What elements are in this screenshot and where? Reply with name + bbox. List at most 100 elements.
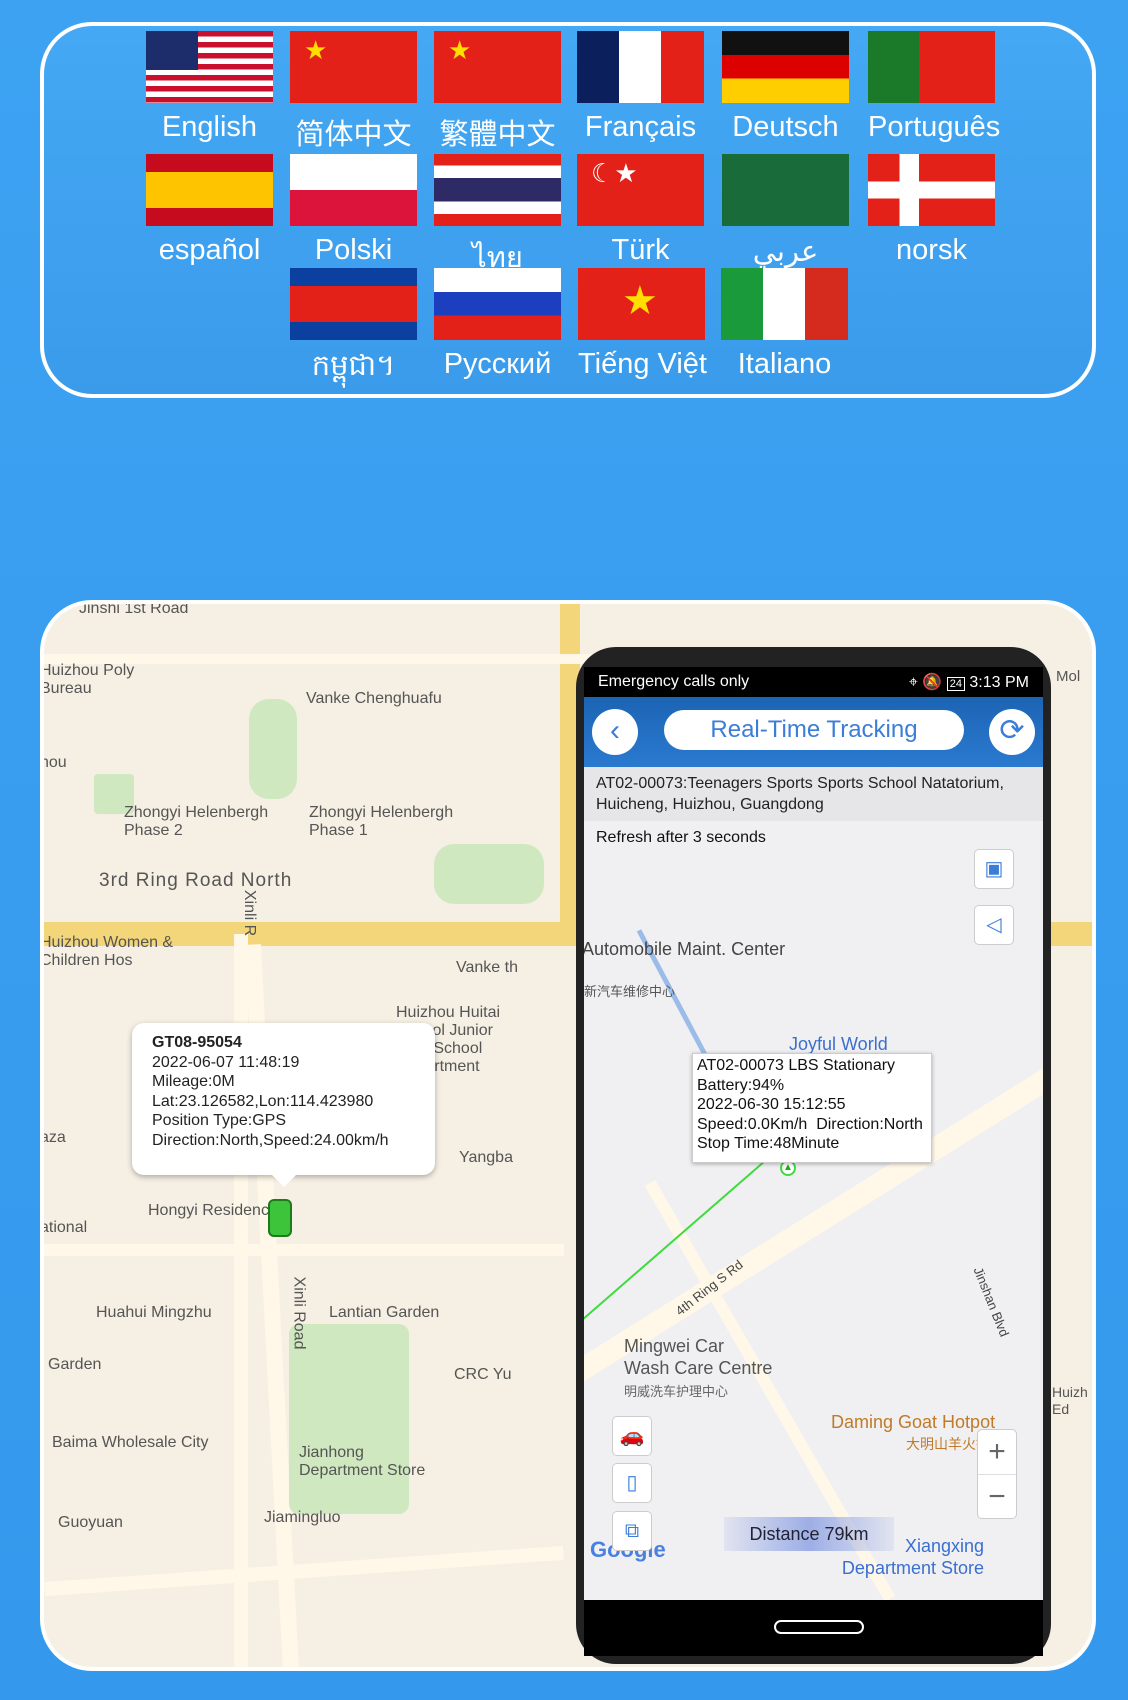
map-label: Yangba xyxy=(459,1149,513,1166)
road xyxy=(44,1545,564,1597)
clock: 3:13 PM xyxy=(969,674,1029,691)
popup-status: AT02-00073 LBS Stationary xyxy=(697,1057,896,1074)
flag-sa-icon xyxy=(722,154,849,226)
poi-automobile: Automobile Maint. Center xyxy=(584,939,786,959)
language-option-cn[interactable]: ★ 繁體中文 xyxy=(434,31,561,153)
language-option-vn[interactable]: ★ Tiếng Việt xyxy=(578,268,707,381)
park xyxy=(249,699,297,799)
zoom-out-button[interactable]: − xyxy=(978,1475,1016,1519)
park xyxy=(289,1324,409,1514)
flag-no-icon xyxy=(868,154,995,226)
flag-es-icon xyxy=(146,154,273,226)
road xyxy=(44,1244,564,1256)
language-label: Türk xyxy=(611,234,670,266)
status-right: ⌖ 🔕 24 3:13 PM xyxy=(909,672,1029,692)
map-label: Guoyuan xyxy=(58,1514,123,1531)
map-label: Zhongyi Helenbergh Phase 2 xyxy=(124,804,269,839)
language-label: Polski xyxy=(314,234,393,266)
map-label: Huizhou Women & Children Hos xyxy=(40,934,174,969)
map-label: Jianhong Department Store xyxy=(299,1444,426,1479)
map-label: Baima Wholesale City xyxy=(52,1434,209,1451)
flag-it-icon xyxy=(721,268,848,340)
language-label: Deutsch xyxy=(732,111,839,143)
language-option-kh[interactable]: កម្ពុជា។ xyxy=(290,268,417,390)
popup-time: 2022-06-30 15:12:55 xyxy=(697,1096,846,1113)
language-option-fr[interactable]: Français xyxy=(577,31,704,144)
road-label: Jinshan Blvd xyxy=(970,1264,1013,1339)
language-option-it[interactable]: Italiano xyxy=(721,268,848,381)
language-option-th[interactable]: ไทย xyxy=(434,154,561,280)
language-option-de[interactable]: Deutsch xyxy=(722,31,849,144)
language-label: عربي xyxy=(752,236,819,268)
back-button[interactable]: ‹ xyxy=(592,709,638,755)
popup-stop-time: Stop Time:48Minute xyxy=(697,1135,840,1152)
map-label: Hongyi Residence xyxy=(148,1202,278,1219)
language-option-cn[interactable]: ★ 简体中文 xyxy=(290,31,417,153)
lat-lon: Lat:23.126582,Lon:114.423980 xyxy=(152,1092,374,1110)
popup-speed: Speed:0.0Km/h Direction:North xyxy=(697,1115,923,1133)
map-label: CRC Yu xyxy=(454,1366,512,1383)
language-option-es[interactable]: español xyxy=(146,154,273,267)
language-label: English xyxy=(161,111,258,143)
language-option-us[interactable]: English xyxy=(146,31,273,144)
language-option-ru[interactable]: Русский xyxy=(434,268,561,381)
poi-automobile-cn: 新汽车维修中心 xyxy=(584,984,676,999)
phone-location-button[interactable]: ▯ xyxy=(612,1463,652,1503)
flag-de-icon xyxy=(722,31,849,103)
map-label: 3rd Ring Road North xyxy=(99,870,293,891)
language-option-sa[interactable]: عربي xyxy=(722,154,849,269)
vehicle-marker-icon[interactable] xyxy=(268,1199,292,1237)
map-label: Jiamingluo xyxy=(264,1509,341,1526)
zoom-in-button[interactable]: + xyxy=(978,1430,1016,1475)
status-bar: Emergency calls only ⌖ 🔕 24 3:13 PM xyxy=(584,667,1043,697)
map-label: aza xyxy=(40,1129,66,1146)
car-button[interactable]: 🚗 xyxy=(612,1416,652,1456)
poi-daming: Daming Goat Hotpot xyxy=(831,1412,996,1432)
flag-ru-icon xyxy=(434,268,561,340)
map-label: hou xyxy=(40,754,67,771)
flag-fr-icon xyxy=(577,31,704,103)
map-label: Huahui Mingzhu xyxy=(96,1304,212,1321)
map-panel: Jinshi 1st Road Huizhou Poly Bureau Vanke … xyxy=(40,600,1096,1671)
map-label-mol: Mol xyxy=(1056,668,1081,685)
language-panel: English ★ 简体中文 ★ 繁體中文 Français Deutsch Portuguê… xyxy=(40,22,1096,398)
flag-th-icon xyxy=(434,154,561,226)
device-id: GT08-95054 xyxy=(152,1034,242,1051)
flag-pl-icon xyxy=(290,154,417,226)
map-label: Lantian Garden xyxy=(329,1304,440,1321)
flag-us-icon xyxy=(146,31,273,103)
language-option-no[interactable]: norsk xyxy=(868,154,995,267)
map-label: Garden xyxy=(48,1356,102,1373)
device-info-popup: AT02-00073 LBS Stationary Battery:94% 20… xyxy=(692,1053,932,1163)
refresh-button[interactable]: ⟳ xyxy=(989,709,1035,755)
poi-joyful-world: Joyful World xyxy=(789,1034,888,1054)
language-option-tr[interactable]: ☾★ Türk xyxy=(577,154,704,267)
map-label: Huizhou Poly Bureau xyxy=(40,662,135,697)
navigation-bar xyxy=(584,1600,1043,1656)
home-indicator[interactable] xyxy=(774,1620,864,1634)
route-button[interactable]: ⧉ xyxy=(612,1511,652,1551)
device-address: AT02-00073:Teenagers Sports Sports Schoo… xyxy=(584,767,1043,821)
map-layer-button[interactable]: ▣ xyxy=(974,849,1014,889)
app-header: ‹ Real-Time Tracking ⟳ xyxy=(584,697,1043,767)
map-label: Vanke Chenghuafu xyxy=(306,690,442,707)
flag-pt-icon xyxy=(868,31,995,103)
refresh-countdown: Refresh after 3 seconds xyxy=(596,829,766,846)
map-label: Zhongyi Helenbergh Phase 1 xyxy=(309,804,454,839)
locate-button[interactable]: ◁ xyxy=(974,905,1014,945)
park xyxy=(434,844,544,904)
language-label: 繁體中文 xyxy=(439,119,556,151)
zoom-controls: + − xyxy=(977,1429,1017,1519)
language-label: Français xyxy=(584,111,697,143)
location-icon: ⌖ 🔕 xyxy=(908,674,947,691)
flag-kh-icon xyxy=(290,268,417,340)
language-label: Русский xyxy=(443,348,552,380)
map-label: Vanke th xyxy=(456,959,518,976)
poi-mingwei-cn: 明威洗车护理中心 xyxy=(624,1384,729,1399)
flag-cn-icon: ★ xyxy=(290,31,417,103)
distance-label: Distance 79km xyxy=(724,1517,894,1551)
tracking-map[interactable]: Refresh after 3 seconds ▲ Automobile Mai… xyxy=(584,821,1043,1600)
direction-speed: Direction:North,Speed:24.00km/h xyxy=(152,1131,389,1149)
language-option-pt[interactable]: Português xyxy=(868,31,1000,144)
language-option-pl[interactable]: Polski xyxy=(290,154,417,267)
